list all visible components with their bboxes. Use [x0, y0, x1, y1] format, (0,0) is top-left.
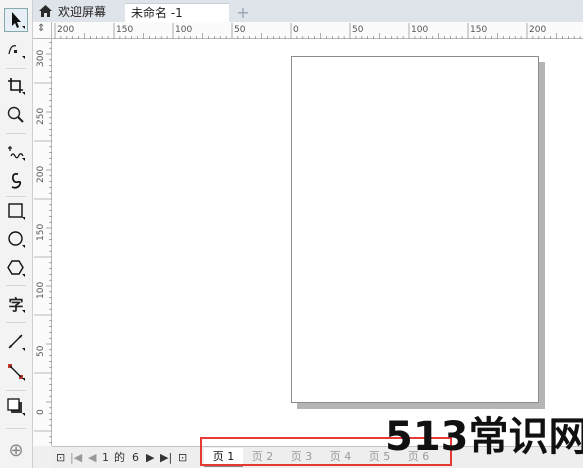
- artistic-media-icon: [11, 173, 22, 189]
- tab-document-label: 未命名 -1: [131, 6, 183, 20]
- flyout-corner-icon: [22, 310, 25, 313]
- ruler-label: 0: [293, 25, 299, 35]
- ruler-label: 100: [411, 25, 428, 35]
- home-icon: [39, 5, 52, 17]
- pick-tool-button[interactable]: [4, 8, 28, 32]
- crop-icon: [8, 78, 25, 95]
- toolbox-separator: [6, 133, 26, 134]
- text-tool-button[interactable]: 字: [4, 292, 28, 316]
- page-of-label: 的: [114, 451, 125, 464]
- hexagon-icon: [7, 260, 25, 277]
- horizontal-ruler-ticks: 200 150 100 50 0 50 100 150 200: [54, 23, 581, 39]
- pointer-arrow-icon: [12, 12, 25, 29]
- previous-page-button[interactable]: ◀: [88, 450, 96, 466]
- tab-document[interactable]: 未命名 -1: [125, 3, 229, 22]
- rectangle-icon: [8, 203, 25, 220]
- toolbox-separator: [6, 428, 26, 429]
- last-page-button[interactable]: ▶|: [160, 450, 172, 466]
- ruler-label: 50: [352, 25, 364, 35]
- ruler-label: 300: [36, 50, 46, 67]
- drop-shadow-icon: [7, 398, 25, 416]
- first-page-button[interactable]: |◀: [70, 450, 82, 466]
- zoom-tool-button[interactable]: [4, 103, 28, 127]
- ellipse-icon: [8, 231, 25, 248]
- ruler-label: 50: [234, 25, 246, 35]
- ruler-label: 50: [36, 345, 46, 357]
- document-page[interactable]: [291, 56, 539, 403]
- toolbox: 字 ⊕: [0, 0, 33, 468]
- ruler-label: 250: [36, 108, 46, 125]
- tab-welcome-screen[interactable]: 欢迎屏幕: [33, 3, 121, 22]
- add-circle-icon: ⊕: [8, 439, 24, 461]
- crop-tool-button[interactable]: [4, 74, 28, 98]
- add-tool-button[interactable]: ⊕: [4, 438, 28, 462]
- toolbox-separator: [6, 68, 26, 69]
- ruler-label: 150: [116, 25, 133, 35]
- ruler-label: 150: [36, 224, 46, 241]
- ruler-unit-icon: ⇕: [37, 23, 46, 34]
- freehand-tool-button[interactable]: [4, 140, 28, 164]
- vertical-ruler-ticks: 300 250 200 150 100 50 0: [34, 24, 52, 443]
- magnifier-icon: [7, 106, 24, 123]
- artistic-media-tool-button[interactable]: [4, 168, 28, 192]
- ruler-label: 200: [57, 25, 74, 35]
- connector-icon: [8, 364, 25, 381]
- total-pages-number: 6: [132, 451, 139, 464]
- rectangle-tool-button[interactable]: [4, 199, 28, 223]
- add-page-before-icon[interactable]: ⊡: [56, 450, 65, 466]
- ruler-label: 200: [36, 166, 46, 183]
- watermark-text: 513常识网: [385, 414, 583, 460]
- polygon-tool-button[interactable]: [4, 256, 28, 280]
- ruler-label: 100: [175, 25, 192, 35]
- current-page-number: 1: [102, 451, 109, 464]
- drop-shadow-tool-button[interactable]: [4, 395, 28, 419]
- plus-icon: +: [236, 3, 250, 22]
- dimension-tool-button[interactable]: [4, 330, 28, 354]
- vertical-ruler[interactable]: 300 250 200 150 100 50 0: [33, 22, 52, 446]
- dimension-line-icon: [8, 334, 25, 351]
- shape-node-icon: [8, 45, 25, 59]
- next-page-button[interactable]: ▶: [146, 450, 154, 466]
- toolbox-separator: [6, 196, 26, 197]
- ruler-label: 150: [470, 25, 487, 35]
- toolbox-separator: [6, 322, 26, 323]
- document-tab-bar: 欢迎屏幕 未命名 -1 +: [33, 0, 583, 22]
- freehand-icon: [8, 146, 25, 161]
- toolbox-separator: [6, 285, 26, 286]
- ruler-label: 100: [36, 282, 46, 299]
- horizontal-ruler[interactable]: 200 150 100 50 0 50 100 150 200: [52, 22, 583, 39]
- ellipse-tool-button[interactable]: [4, 227, 28, 251]
- ruler-label: 0: [36, 409, 46, 415]
- add-tab-button[interactable]: +: [233, 3, 253, 22]
- tab-welcome-label: 欢迎屏幕: [58, 5, 107, 19]
- ruler-label: 200: [529, 25, 546, 35]
- toolbox-separator: [6, 390, 26, 391]
- add-page-after-icon[interactable]: ⊡: [178, 450, 187, 466]
- connector-tool-button[interactable]: [4, 360, 28, 384]
- shape-tool-button[interactable]: [4, 38, 28, 62]
- ruler-origin-corner[interactable]: ⇕: [33, 22, 52, 39]
